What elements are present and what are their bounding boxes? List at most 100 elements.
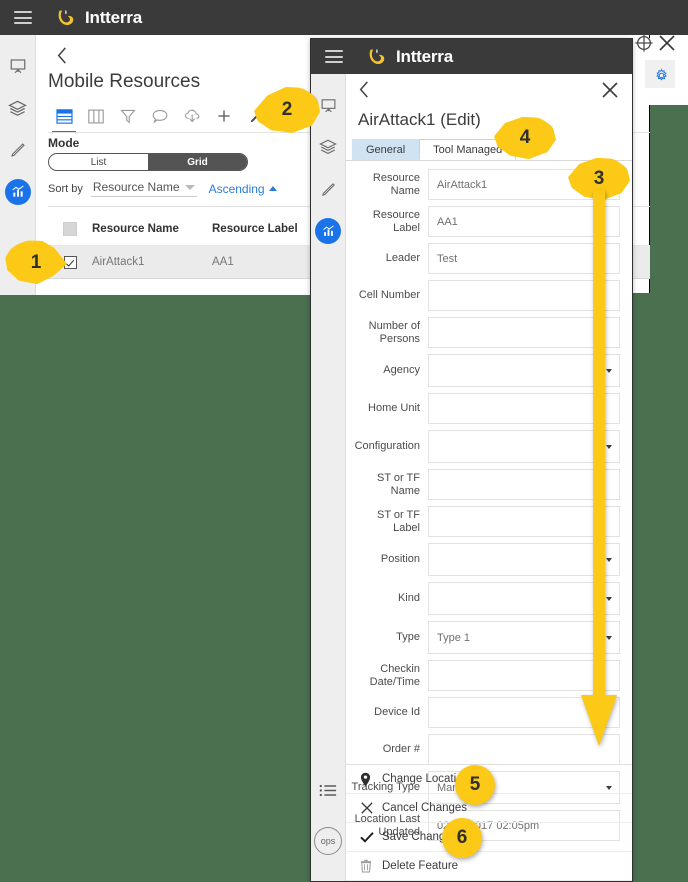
- overlay-close-button[interactable]: [657, 33, 677, 58]
- triangle-up-icon: [268, 186, 277, 191]
- select-all-checkbox[interactable]: [63, 222, 77, 236]
- close-icon: [659, 35, 675, 51]
- modal-title: AirAttack1 (Edit): [358, 110, 481, 129]
- label-position: Position: [380, 553, 420, 565]
- label-configuration: Configuration: [354, 440, 420, 452]
- mode-label: Mode: [48, 136, 80, 150]
- ops-badge[interactable]: ops: [314, 827, 342, 855]
- sidebar-item-draw[interactable]: [313, 172, 343, 206]
- list-button[interactable]: [313, 773, 343, 807]
- modal-topbar: [346, 74, 632, 108]
- sidebar-item-analytics[interactable]: [4, 179, 31, 205]
- table-view-glyph: [55, 108, 73, 124]
- crosshair-icon: [635, 34, 653, 52]
- delete-feature-label: Delete Feature: [382, 860, 459, 872]
- layers-icon: [319, 139, 337, 155]
- cell-resource-name: AirAttack1: [92, 256, 145, 268]
- sidebar-item-draw[interactable]: [3, 133, 33, 167]
- plus-glyph: [218, 110, 230, 122]
- modal-brand: Intterra: [365, 46, 453, 68]
- presentation-icon: [10, 59, 25, 74]
- modal-header: Intterra: [311, 39, 632, 74]
- label-type: Type: [396, 631, 420, 643]
- add-icon[interactable]: [208, 102, 240, 130]
- callout-6: 6: [442, 818, 482, 858]
- layers-icon: [8, 100, 27, 116]
- label-leader: Leader: [385, 252, 420, 264]
- gear-icon: [656, 68, 667, 81]
- page-title: Mobile Resources: [48, 71, 201, 92]
- sort-by-value: Resource Name: [92, 180, 180, 194]
- label-agency: Agency: [383, 364, 420, 376]
- sort-direction-label: Ascending: [208, 181, 265, 196]
- intterra-logo-icon: [58, 9, 74, 25]
- locate-button[interactable]: [634, 33, 654, 58]
- sidebar-item-analytics[interactable]: [315, 218, 341, 244]
- cloud-download-glyph: [184, 109, 199, 123]
- sidebar-item-layers[interactable]: [313, 130, 343, 164]
- chevron-left-icon: [359, 81, 368, 98]
- list-icon: [319, 784, 337, 796]
- label-kind: Kind: [397, 592, 420, 604]
- sort-by-label: Sort by: [48, 182, 83, 195]
- mode-toggle[interactable]: List Grid: [48, 153, 248, 171]
- modal-back-button[interactable]: [358, 80, 371, 104]
- chevron-left-icon: [57, 46, 66, 64]
- mode-option-list[interactable]: List: [49, 154, 148, 170]
- presentation-icon: [321, 98, 335, 112]
- intterra-logo-icon: [369, 48, 385, 64]
- map-pin-icon: [360, 772, 382, 787]
- modal-tabs: General Tool Managed: [346, 139, 632, 161]
- sidebar-item-presentation[interactable]: [3, 49, 33, 83]
- cloud-download-icon[interactable]: [176, 102, 208, 130]
- comment-glyph: [152, 109, 168, 124]
- cancel-changes-label: Cancel Changes: [382, 802, 468, 814]
- columns-glyph: [88, 109, 104, 123]
- columns-icon[interactable]: [80, 102, 112, 130]
- callout-3-arrow: [581, 190, 617, 746]
- delete-feature-button[interactable]: Delete Feature: [346, 852, 632, 881]
- brand-name: Intterra: [85, 7, 142, 27]
- comment-icon[interactable]: [144, 102, 176, 130]
- label-home-unit: Home Unit: [368, 402, 420, 414]
- tab-general[interactable]: General: [352, 139, 420, 160]
- label-st-or-tf-label: ST or TF Label: [377, 508, 420, 534]
- modal-close-button[interactable]: [600, 80, 620, 105]
- check-icon: [360, 831, 382, 843]
- sort-by-select[interactable]: Resource Name: [90, 180, 197, 197]
- back-button[interactable]: [48, 41, 76, 69]
- close-icon: [602, 82, 618, 98]
- app-root: Intterra Mobile Resources Mode List Grid…: [0, 0, 688, 882]
- hamburger-icon[interactable]: [325, 50, 343, 63]
- panel-toolbar: [48, 101, 288, 133]
- pencil-icon: [321, 182, 335, 196]
- label-number-of-persons: Number of Persons: [368, 319, 420, 345]
- label-device-id: Device Id: [374, 706, 420, 718]
- filter-icon[interactable]: [112, 102, 144, 130]
- callout-5: 5: [455, 765, 495, 805]
- mode-option-grid[interactable]: Grid: [148, 154, 247, 170]
- save-changes-button[interactable]: Save Changes: [346, 823, 632, 852]
- label-order-number: Order #: [382, 743, 420, 755]
- value-type: Type 1: [437, 631, 471, 644]
- select-all-cell[interactable]: [48, 222, 92, 236]
- hamburger-icon[interactable]: [14, 11, 32, 24]
- close-icon: [360, 801, 382, 815]
- column-header-resource-name: Resource Name: [92, 223, 179, 235]
- label-st-or-tf-name: ST or TF Name: [377, 471, 420, 497]
- brand: Intterra: [54, 7, 142, 29]
- settings-button[interactable]: [654, 68, 669, 88]
- label-resource-label: Resource Label: [372, 208, 420, 234]
- modal-icon-rail: ops: [311, 74, 346, 881]
- sort-bar: Sort by Resource Name Ascending: [48, 180, 277, 197]
- modal-rail-bottom: ops: [311, 773, 345, 855]
- chevron-down-icon: [184, 184, 195, 190]
- label-checkin-date-time: Checkin Date/Time: [369, 662, 420, 688]
- sidebar-item-layers[interactable]: [3, 91, 33, 125]
- label-resource-name: Resource Name: [372, 171, 420, 197]
- app-header: Intterra: [0, 0, 688, 35]
- sort-direction-toggle[interactable]: Ascending: [209, 182, 277, 196]
- modal-brand-name: Intterra: [396, 46, 453, 66]
- table-view-icon[interactable]: [48, 102, 80, 133]
- filter-glyph: [120, 109, 136, 124]
